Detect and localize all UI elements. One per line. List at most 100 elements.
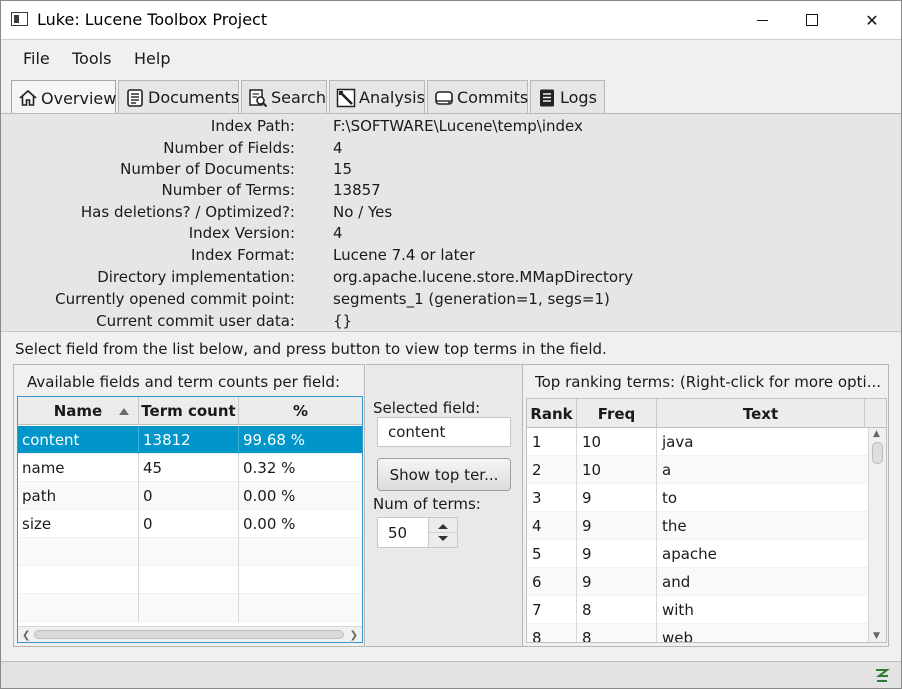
scroll-down-icon[interactable]: ▼ bbox=[873, 631, 880, 641]
column-header-percent[interactable]: % bbox=[239, 397, 362, 425]
commit-point-value: segments_1 (generation=1, segs=1) bbox=[333, 290, 610, 308]
scroll-left-icon[interactable]: ❮ bbox=[22, 630, 30, 641]
freq-cell: 9 bbox=[577, 540, 657, 568]
table-row[interactable]: path 0 0.00 % bbox=[18, 482, 362, 510]
column-header-term-count[interactable]: Term count bbox=[139, 397, 239, 425]
rank-cell: 1 bbox=[527, 428, 577, 456]
rank-cell: 6 bbox=[527, 568, 577, 596]
index-format-label: Index Format: bbox=[191, 246, 295, 264]
term-text-cell: web bbox=[662, 629, 694, 643]
field-name-cell: name bbox=[18, 454, 139, 482]
tab-overview-label: Overview bbox=[41, 88, 117, 108]
rank-cell: 2 bbox=[527, 456, 577, 484]
directory-impl-value: org.apache.lucene.store.MMapDirectory bbox=[333, 268, 634, 286]
empty-row bbox=[18, 538, 362, 566]
rank-cell: 3 bbox=[527, 484, 577, 512]
empty-row bbox=[18, 594, 362, 622]
commit-user-data-label: Current commit user data: bbox=[96, 312, 295, 330]
deletions-value: No / Yes bbox=[333, 203, 393, 221]
info-row: Index Version: 4 bbox=[1, 221, 901, 243]
num-terms-value[interactable]: 50 bbox=[388, 524, 407, 542]
document-icon bbox=[125, 88, 145, 108]
spinner-buttons bbox=[428, 518, 458, 547]
column-header-rank[interactable]: Rank bbox=[527, 399, 577, 428]
menu-help[interactable]: Help bbox=[134, 49, 170, 68]
tab-commits[interactable]: Commits bbox=[427, 80, 528, 114]
table-row[interactable]: 3 9 to bbox=[527, 484, 868, 512]
menu-tools[interactable]: Tools bbox=[72, 49, 111, 68]
table-row[interactable]: name 45 0.32 % bbox=[18, 454, 362, 482]
minimize-button[interactable] bbox=[739, 1, 785, 39]
column-header-name[interactable]: Name bbox=[18, 397, 139, 425]
close-icon: ✕ bbox=[865, 10, 879, 30]
freq-cell: 10 bbox=[577, 428, 657, 456]
instruction-text: Select field from the list below, and pr… bbox=[15, 340, 607, 358]
table-row[interactable]: 2 10 a bbox=[527, 456, 868, 484]
tab-analysis[interactable]: Analysis bbox=[329, 80, 425, 114]
scrollbar-thumb[interactable] bbox=[872, 442, 883, 464]
top-terms-table[interactable]: Rank Freq Text 1 10 java 2 10 a 3 9 to 4 bbox=[526, 398, 887, 643]
num-docs-value: 15 bbox=[333, 160, 353, 178]
scroll-up-icon[interactable]: ▲ bbox=[873, 429, 880, 439]
scroll-right-icon[interactable]: ❯ bbox=[350, 630, 358, 641]
directory-impl-label: Directory implementation: bbox=[97, 268, 295, 286]
fields-table[interactable]: Name Term count % content 13812 99.68 % … bbox=[17, 396, 363, 643]
table-row[interactable]: 8 8 web bbox=[527, 624, 868, 643]
status-bar bbox=[1, 661, 901, 688]
tab-overview[interactable]: Overview bbox=[11, 80, 116, 115]
show-top-terms-button[interactable]: Show top ter... bbox=[377, 458, 511, 491]
table-row[interactable]: 6 9 and bbox=[527, 568, 868, 596]
index-path-value: F:\SOFTWARE\Lucene\temp\index bbox=[333, 117, 583, 135]
home-icon bbox=[18, 88, 38, 108]
deletions-label: Has deletions? / Optimized?: bbox=[80, 203, 295, 221]
table-row[interactable]: 1 10 java bbox=[527, 428, 868, 456]
horizontal-scrollbar[interactable]: ❮ ❯ bbox=[18, 626, 362, 642]
info-row: Number of Documents: 15 bbox=[1, 157, 901, 179]
logs-icon bbox=[537, 88, 557, 108]
num-terms-label: Number of Terms: bbox=[161, 181, 295, 199]
term-count-cell: 13812 bbox=[139, 426, 239, 454]
rank-cell: 7 bbox=[527, 596, 577, 624]
table-row[interactable]: 5 9 apache bbox=[527, 540, 868, 568]
term-text-cell: and bbox=[662, 573, 691, 591]
tab-documents[interactable]: Documents bbox=[118, 80, 239, 114]
increment-icon[interactable] bbox=[438, 524, 448, 529]
vertical-scrollbar[interactable]: ▲ ▼ bbox=[868, 428, 886, 642]
column-header-text[interactable]: Text bbox=[657, 399, 865, 428]
info-row: Directory implementation: org.apache.luce… bbox=[1, 265, 901, 287]
freq-cell: 9 bbox=[577, 512, 657, 540]
menu-file[interactable]: File bbox=[23, 49, 50, 68]
terms-table-header: Rank Freq Text bbox=[527, 399, 886, 428]
selected-field-input[interactable]: content bbox=[377, 417, 511, 447]
top-terms-caption: Top ranking terms: (Right-click for more… bbox=[535, 373, 881, 391]
rank-cell: 8 bbox=[527, 624, 577, 642]
index-version-value: 4 bbox=[333, 224, 343, 242]
selected-field-label: Selected field: bbox=[373, 399, 481, 417]
spinner-divider bbox=[429, 532, 458, 533]
maximize-button[interactable] bbox=[789, 1, 835, 39]
rank-cell: 4 bbox=[527, 512, 577, 540]
num-fields-label: Number of Fields: bbox=[163, 139, 295, 157]
table-row[interactable]: size 0 0.00 % bbox=[18, 510, 362, 538]
decrement-icon[interactable] bbox=[438, 536, 448, 541]
menu-bar: File Tools Help bbox=[1, 39, 901, 77]
field-name-cell: size bbox=[18, 510, 139, 538]
num-terms-spinner[interactable]: 50 bbox=[377, 517, 458, 548]
fields-panel: Available fields and term counts per fie… bbox=[13, 364, 365, 647]
app-icon bbox=[11, 12, 28, 26]
table-row[interactable]: 7 8 with bbox=[527, 596, 868, 624]
tab-analysis-label: Analysis bbox=[359, 88, 425, 107]
scrollbar-thumb[interactable] bbox=[34, 630, 344, 639]
sort-ascending-icon bbox=[119, 408, 129, 415]
empty-cell bbox=[18, 594, 139, 622]
close-button[interactable]: ✕ bbox=[849, 1, 895, 39]
title-bar[interactable]: Luke: Lucene Toolbox Project ✕ bbox=[1, 1, 901, 39]
column-header-freq[interactable]: Freq bbox=[577, 399, 657, 428]
info-row: Currently opened commit point: segments_1… bbox=[1, 287, 901, 309]
tab-search[interactable]: Search bbox=[241, 80, 327, 114]
tab-logs[interactable]: Logs bbox=[530, 80, 605, 114]
table-row[interactable]: content 13812 99.68 % bbox=[18, 426, 362, 454]
empty-cell bbox=[139, 566, 239, 594]
table-row[interactable]: 4 9 the bbox=[527, 512, 868, 540]
percent-cell: 99.68 % bbox=[243, 431, 305, 449]
